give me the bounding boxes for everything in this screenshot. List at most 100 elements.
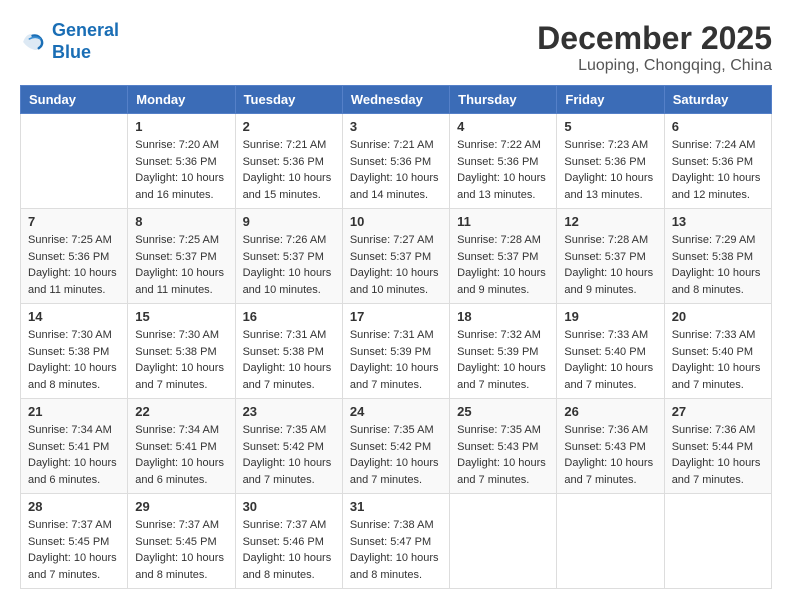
- logo-icon: [20, 28, 48, 56]
- day-number: 1: [135, 119, 227, 134]
- calendar-table: SundayMondayTuesdayWednesdayThursdayFrid…: [20, 85, 772, 589]
- calendar-day-cell: 2 Sunrise: 7:21 AMSunset: 5:36 PMDaylight…: [235, 114, 342, 209]
- day-number: 20: [672, 309, 764, 324]
- month-title: December 2025: [537, 20, 772, 57]
- title-area: December 2025 Luoping, Chongqing, China: [537, 20, 772, 75]
- day-info: Sunrise: 7:37 AMSunset: 5:45 PMDaylight:…: [135, 517, 227, 583]
- day-number: 15: [135, 309, 227, 324]
- day-info: Sunrise: 7:33 AMSunset: 5:40 PMDaylight:…: [672, 327, 764, 393]
- day-info: Sunrise: 7:33 AMSunset: 5:40 PMDaylight:…: [564, 327, 656, 393]
- day-number: 22: [135, 404, 227, 419]
- day-number: 2: [243, 119, 335, 134]
- calendar-day-cell: 14Sunrise: 7:30 AMSunset: 5:38 PMDayligh…: [21, 304, 128, 399]
- day-info: Sunrise: 7:32 AMSunset: 5:39 PMDaylight:…: [457, 327, 549, 393]
- calendar-day-cell: 3 Sunrise: 7:21 AMSunset: 5:36 PMDaylight…: [342, 114, 449, 209]
- page-header: General Blue December 2025 Luoping, Chon…: [20, 20, 772, 75]
- logo-text: General Blue: [52, 20, 119, 63]
- day-number: 30: [243, 499, 335, 514]
- day-number: 12: [564, 214, 656, 229]
- calendar-day-cell: [664, 494, 771, 589]
- day-info: Sunrise: 7:23 AMSunset: 5:36 PMDaylight:…: [564, 137, 656, 203]
- calendar-day-cell: 26 Sunrise: 7:36 AMSunset: 5:43 PMDayligh…: [557, 399, 664, 494]
- day-number: 8: [135, 214, 227, 229]
- weekday-header: Monday: [128, 86, 235, 114]
- calendar-day-cell: 29 Sunrise: 7:37 AMSunset: 5:45 PMDayligh…: [128, 494, 235, 589]
- calendar-day-cell: 31Sunrise: 7:38 AMSunset: 5:47 PMDayligh…: [342, 494, 449, 589]
- weekday-header: Wednesday: [342, 86, 449, 114]
- day-info: Sunrise: 7:28 AMSunset: 5:37 PMDaylight:…: [457, 232, 549, 298]
- day-number: 26: [564, 404, 656, 419]
- calendar-day-cell: 20 Sunrise: 7:33 AMSunset: 5:40 PMDayligh…: [664, 304, 771, 399]
- calendar-day-cell: 9Sunrise: 7:26 AMSunset: 5:37 PMDaylight…: [235, 209, 342, 304]
- calendar-day-cell: [21, 114, 128, 209]
- day-number: 25: [457, 404, 549, 419]
- day-number: 3: [350, 119, 442, 134]
- calendar-week-row: 28 Sunrise: 7:37 AMSunset: 5:45 PMDayligh…: [21, 494, 772, 589]
- calendar-day-cell: 6 Sunrise: 7:24 AMSunset: 5:36 PMDaylight…: [664, 114, 771, 209]
- day-info: Sunrise: 7:35 AMSunset: 5:43 PMDaylight:…: [457, 422, 549, 488]
- calendar-day-cell: 8Sunrise: 7:25 AMSunset: 5:37 PMDaylight…: [128, 209, 235, 304]
- weekday-header: Friday: [557, 86, 664, 114]
- day-number: 10: [350, 214, 442, 229]
- day-info: Sunrise: 7:36 AMSunset: 5:43 PMDaylight:…: [564, 422, 656, 488]
- calendar-day-cell: 1 Sunrise: 7:20 AMSunset: 5:36 PMDaylight…: [128, 114, 235, 209]
- calendar-day-cell: 30 Sunrise: 7:37 AMSunset: 5:46 PMDayligh…: [235, 494, 342, 589]
- day-number: 6: [672, 119, 764, 134]
- weekday-header-row: SundayMondayTuesdayWednesdayThursdayFrid…: [21, 86, 772, 114]
- calendar-day-cell: 11 Sunrise: 7:28 AMSunset: 5:37 PMDayligh…: [450, 209, 557, 304]
- day-info: Sunrise: 7:37 AMSunset: 5:46 PMDaylight:…: [243, 517, 335, 583]
- logo-line2: Blue: [52, 42, 91, 62]
- weekday-header: Tuesday: [235, 86, 342, 114]
- location: Luoping, Chongqing, China: [537, 57, 772, 75]
- day-number: 27: [672, 404, 764, 419]
- day-info: Sunrise: 7:22 AMSunset: 5:36 PMDaylight:…: [457, 137, 549, 203]
- day-info: Sunrise: 7:21 AMSunset: 5:36 PMDaylight:…: [350, 137, 442, 203]
- weekday-header: Thursday: [450, 86, 557, 114]
- day-info: Sunrise: 7:35 AMSunset: 5:42 PMDaylight:…: [243, 422, 335, 488]
- calendar-day-cell: 27 Sunrise: 7:36 AMSunset: 5:44 PMDayligh…: [664, 399, 771, 494]
- day-info: Sunrise: 7:28 AMSunset: 5:37 PMDaylight:…: [564, 232, 656, 298]
- day-number: 29: [135, 499, 227, 514]
- day-number: 23: [243, 404, 335, 419]
- calendar-day-cell: 22Sunrise: 7:34 AMSunset: 5:41 PMDayligh…: [128, 399, 235, 494]
- day-info: Sunrise: 7:20 AMSunset: 5:36 PMDaylight:…: [135, 137, 227, 203]
- day-info: Sunrise: 7:36 AMSunset: 5:44 PMDaylight:…: [672, 422, 764, 488]
- calendar-day-cell: 17 Sunrise: 7:31 AMSunset: 5:39 PMDayligh…: [342, 304, 449, 399]
- day-info: Sunrise: 7:37 AMSunset: 5:45 PMDaylight:…: [28, 517, 120, 583]
- calendar-day-cell: 18 Sunrise: 7:32 AMSunset: 5:39 PMDayligh…: [450, 304, 557, 399]
- logo-line1: General: [52, 20, 119, 40]
- day-number: 31: [350, 499, 442, 514]
- calendar-day-cell: 19 Sunrise: 7:33 AMSunset: 5:40 PMDayligh…: [557, 304, 664, 399]
- day-number: 24: [350, 404, 442, 419]
- day-number: 17: [350, 309, 442, 324]
- day-info: Sunrise: 7:29 AMSunset: 5:38 PMDaylight:…: [672, 232, 764, 298]
- calendar-day-cell: 24Sunrise: 7:35 AMSunset: 5:42 PMDayligh…: [342, 399, 449, 494]
- calendar-week-row: 7Sunrise: 7:25 AMSunset: 5:36 PMDaylight…: [21, 209, 772, 304]
- day-number: 19: [564, 309, 656, 324]
- calendar-day-cell: 4Sunrise: 7:22 AMSunset: 5:36 PMDaylight…: [450, 114, 557, 209]
- logo: General Blue: [20, 20, 119, 63]
- calendar-week-row: 1 Sunrise: 7:20 AMSunset: 5:36 PMDaylight…: [21, 114, 772, 209]
- calendar-day-cell: 7Sunrise: 7:25 AMSunset: 5:36 PMDaylight…: [21, 209, 128, 304]
- day-number: 18: [457, 309, 549, 324]
- day-number: 14: [28, 309, 120, 324]
- day-number: 7: [28, 214, 120, 229]
- weekday-header: Saturday: [664, 86, 771, 114]
- day-number: 16: [243, 309, 335, 324]
- day-info: Sunrise: 7:21 AMSunset: 5:36 PMDaylight:…: [243, 137, 335, 203]
- day-number: 13: [672, 214, 764, 229]
- day-info: Sunrise: 7:31 AMSunset: 5:39 PMDaylight:…: [350, 327, 442, 393]
- day-number: 28: [28, 499, 120, 514]
- calendar-day-cell: 28 Sunrise: 7:37 AMSunset: 5:45 PMDayligh…: [21, 494, 128, 589]
- calendar-day-cell: 5Sunrise: 7:23 AMSunset: 5:36 PMDaylight…: [557, 114, 664, 209]
- day-info: Sunrise: 7:30 AMSunset: 5:38 PMDaylight:…: [135, 327, 227, 393]
- day-info: Sunrise: 7:27 AMSunset: 5:37 PMDaylight:…: [350, 232, 442, 298]
- day-number: 11: [457, 214, 549, 229]
- calendar-day-cell: 23 Sunrise: 7:35 AMSunset: 5:42 PMDayligh…: [235, 399, 342, 494]
- day-info: Sunrise: 7:24 AMSunset: 5:36 PMDaylight:…: [672, 137, 764, 203]
- calendar-day-cell: 13 Sunrise: 7:29 AMSunset: 5:38 PMDayligh…: [664, 209, 771, 304]
- day-info: Sunrise: 7:31 AMSunset: 5:38 PMDaylight:…: [243, 327, 335, 393]
- day-info: Sunrise: 7:34 AMSunset: 5:41 PMDaylight:…: [28, 422, 120, 488]
- weekday-header: Sunday: [21, 86, 128, 114]
- calendar-day-cell: 12 Sunrise: 7:28 AMSunset: 5:37 PMDayligh…: [557, 209, 664, 304]
